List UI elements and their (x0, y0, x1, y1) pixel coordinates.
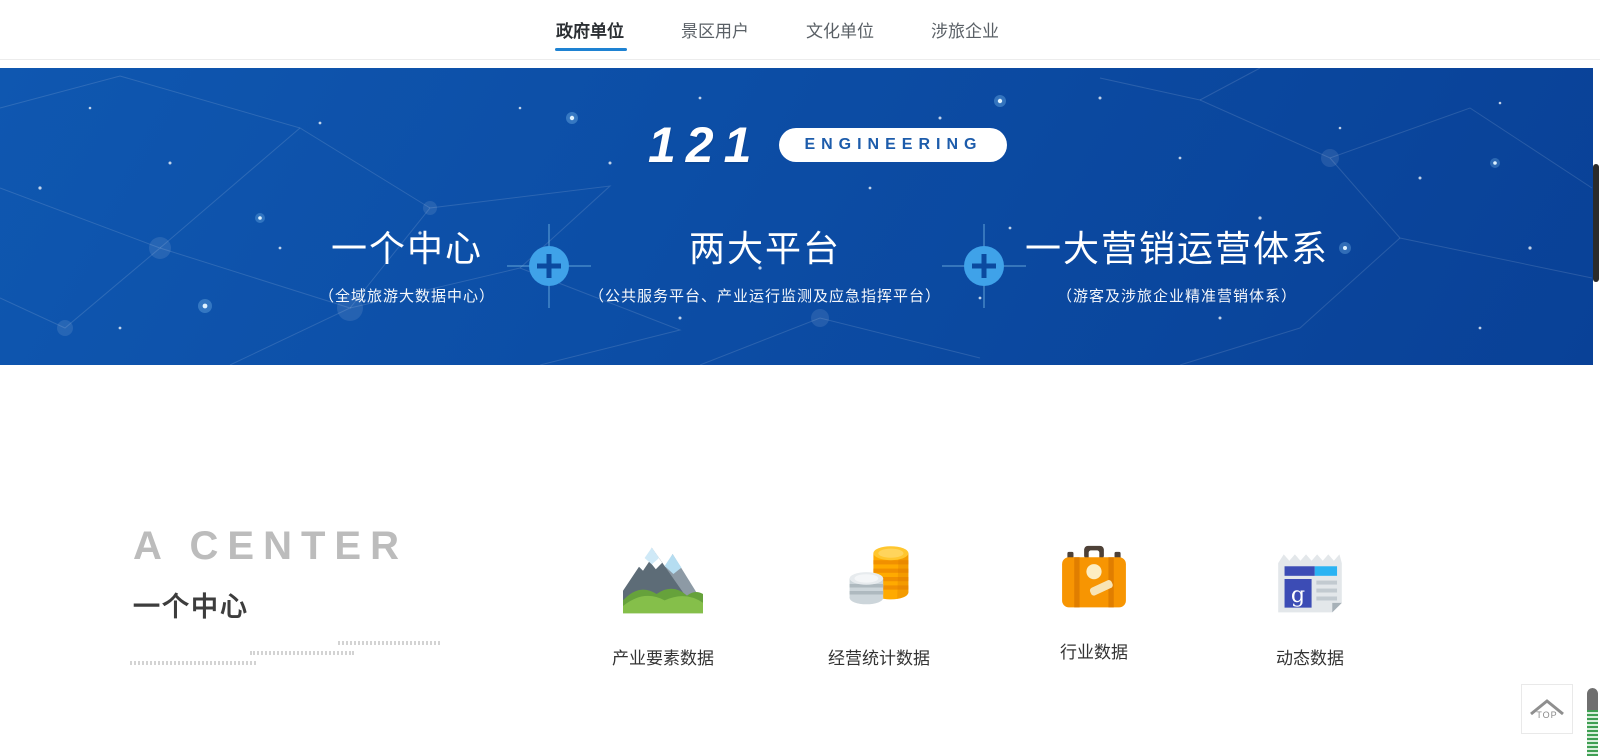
banner-column-platforms: 两大平台 （公共服务平台、产业运行监测及应急指挥平台） (560, 228, 970, 306)
page: 政府单位 景区用户 文化单位 涉旅企业 (0, 0, 1600, 756)
plus-crosshair-icon (507, 224, 591, 308)
scrollbar-thumb-stripes (1587, 710, 1598, 756)
constellation-background (0, 68, 1593, 365)
hero-badge: ENGINEERING (779, 128, 1007, 162)
data-item-dynamic-data: g 动态数据 (1200, 536, 1420, 669)
tab-label: 文化单位 (806, 17, 874, 42)
back-to-top-button[interactable]: TOP (1521, 684, 1573, 734)
tab-label: 景区用户 (681, 17, 749, 42)
mountain-icon (623, 542, 703, 614)
data-item-label: 动态数据 (1200, 644, 1420, 669)
browser-scrollbar-thumb[interactable] (1587, 688, 1598, 756)
dotted-decoration (130, 661, 256, 665)
tab-government[interactable]: 政府单位 (556, 0, 624, 59)
dotted-decoration (250, 651, 354, 655)
section-heading-en: A CENTER (133, 524, 408, 569)
column-title: 一大营销运营体系 (972, 228, 1382, 269)
dotted-decoration (338, 641, 440, 645)
newspaper-icon: g (1270, 544, 1350, 614)
scrollbar-thumb-cap (1587, 688, 1598, 710)
column-subtitle: （游客及涉旅企业精准营销体系） (972, 285, 1382, 306)
data-item-industry-elements: 产业要素数据 (553, 536, 773, 669)
top-navigation: 政府单位 景区用户 文化单位 涉旅企业 (0, 0, 1600, 60)
column-title: 两大平台 (560, 228, 970, 269)
data-item-label: 经营统计数据 (769, 644, 989, 669)
plus-crosshair-icon (942, 224, 1026, 308)
tab-scenic-users[interactable]: 景区用户 (681, 0, 749, 59)
banner-column-marketing: 一大营销运营体系 （游客及涉旅企业精准营销体系） (972, 228, 1382, 306)
tab-label: 涉旅企业 (931, 17, 999, 42)
svg-text:g: g (1291, 582, 1305, 608)
tab-culture-units[interactable]: 文化单位 (806, 0, 874, 59)
tab-tourism-enterprises[interactable]: 涉旅企业 (931, 0, 999, 59)
data-item-label: 行业数据 (984, 638, 1204, 663)
hero-title-group: 121 ENGINEERING (648, 120, 1007, 170)
data-item-industry-data: 行业数据 (984, 536, 1204, 663)
back-to-top-label: TOP (1536, 710, 1557, 720)
page-scrollbar-thumb[interactable] (1593, 164, 1599, 282)
tab-label: 政府单位 (556, 17, 624, 42)
active-tab-underline (555, 48, 627, 51)
data-item-label: 产业要素数据 (553, 644, 773, 669)
hero-banner: 121 ENGINEERING 一个中心 （全域旅游大数据中心） 两大平台 （公… (0, 68, 1593, 365)
user-type-tabs: 政府单位 景区用户 文化单位 涉旅企业 (556, 0, 999, 59)
suitcase-icon (1056, 540, 1132, 614)
column-subtitle: （公共服务平台、产业运行监测及应急指挥平台） (560, 285, 970, 306)
hero-number: 121 (648, 120, 761, 170)
coins-icon (844, 540, 914, 614)
section-heading-zh: 一个中心 (133, 585, 249, 624)
data-item-business-statistics: 经营统计数据 (769, 536, 989, 669)
